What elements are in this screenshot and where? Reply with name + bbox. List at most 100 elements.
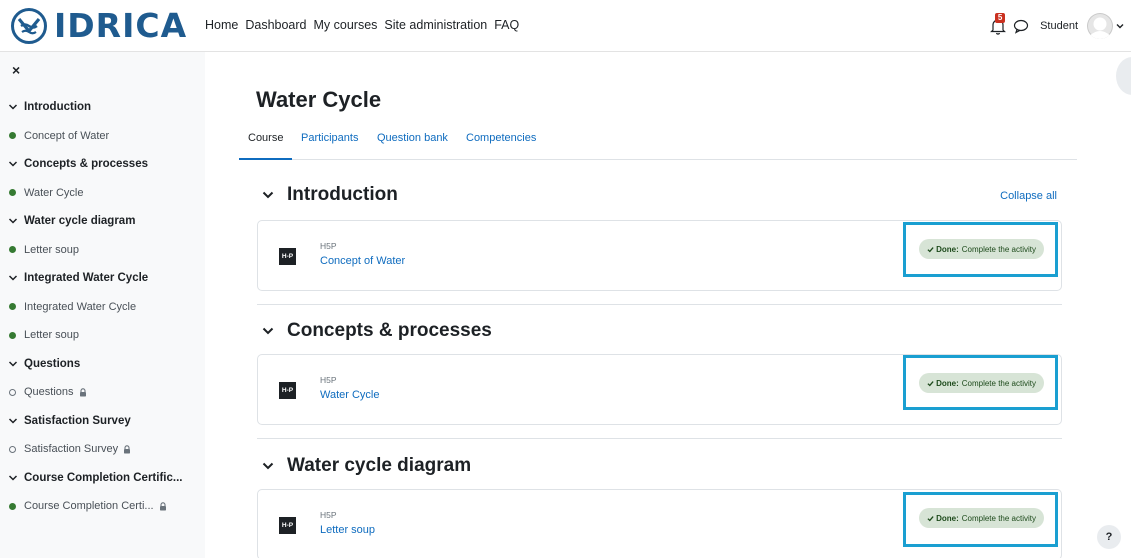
main-content: Water Cycle Course Participants Question… bbox=[205, 52, 1131, 558]
drawer-item-label: Letter soup bbox=[24, 243, 80, 256]
page-title: Water Cycle bbox=[256, 87, 382, 112]
section-divider bbox=[257, 304, 1062, 305]
chevron-down-icon bbox=[8, 475, 18, 481]
highlight-box bbox=[903, 222, 1058, 277]
drawer-item-label: Questions bbox=[24, 386, 74, 399]
chevron-down-icon bbox=[8, 218, 18, 224]
nav-home[interactable]: Home bbox=[205, 18, 238, 32]
highlight-box bbox=[903, 355, 1058, 410]
chevron-down-icon bbox=[8, 418, 18, 424]
section-title: Introduction bbox=[287, 184, 398, 205]
chevron-down-icon bbox=[262, 462, 274, 470]
activity-link[interactable]: Concept of Water bbox=[320, 255, 405, 267]
drawer-item-label: Water Cycle bbox=[24, 186, 84, 199]
drawer-activity[interactable]: Satisfaction Survey bbox=[0, 435, 205, 464]
user-name[interactable]: Student bbox=[1040, 20, 1078, 32]
drawer-section[interactable]: Course Completion Certific... bbox=[0, 464, 205, 493]
completion-done-icon bbox=[9, 303, 16, 311]
section-header-concepts-processes[interactable]: Concepts & processes bbox=[261, 320, 492, 342]
drawer-section[interactable]: Satisfaction Survey bbox=[0, 407, 205, 436]
drawer-activity[interactable]: Letter soup bbox=[0, 321, 205, 350]
activity-type-label: H5P bbox=[320, 510, 337, 520]
highlight-box bbox=[903, 492, 1058, 547]
drawer-item-label: Concept of Water bbox=[24, 129, 110, 142]
nav-faq[interactable]: FAQ bbox=[494, 18, 519, 32]
drawer-item-label: Questions bbox=[24, 357, 81, 370]
nav-my-courses[interactable]: My courses bbox=[314, 18, 378, 32]
section-title: Water cycle diagram bbox=[287, 455, 472, 476]
top-navbar: IDRICA Home Dashboard My courses Site ad… bbox=[0, 0, 1131, 52]
site-logo[interactable]: IDRICA bbox=[10, 7, 187, 45]
drawer-activity[interactable]: Water Cycle bbox=[0, 179, 205, 208]
tab-competencies[interactable]: Competencies bbox=[457, 132, 545, 160]
lock-icon bbox=[159, 502, 166, 511]
drawer-section[interactable]: Concepts & processes bbox=[0, 150, 205, 179]
tab-participants[interactable]: Participants bbox=[292, 132, 367, 160]
completion-done-icon bbox=[9, 132, 16, 140]
nav-site-administration[interactable]: Site administration bbox=[384, 18, 487, 32]
drawer-section[interactable]: Water cycle diagram bbox=[0, 207, 205, 236]
tab-question-bank[interactable]: Question bank bbox=[368, 132, 457, 160]
section-header-water-cycle-diagram[interactable]: Water cycle diagram bbox=[261, 455, 471, 477]
user-avatar-icon bbox=[1087, 13, 1113, 39]
h5p-icon: H-P bbox=[279, 517, 296, 534]
h5p-icon: H-P bbox=[279, 382, 296, 399]
completion-done-icon bbox=[9, 331, 16, 339]
tab-course[interactable]: Course bbox=[239, 132, 293, 160]
drawer-activity[interactable]: Letter soup bbox=[0, 236, 205, 265]
lock-icon bbox=[124, 445, 131, 454]
drawer-section[interactable]: Integrated Water Cycle bbox=[0, 264, 205, 293]
course-index-drawer: × Introduction Concept of Water Concepts &… bbox=[0, 52, 205, 558]
drawer-item-label: Letter soup bbox=[24, 329, 80, 342]
activity-link[interactable]: Water Cycle bbox=[320, 389, 380, 401]
chevron-down-icon bbox=[8, 361, 18, 367]
lock-icon bbox=[79, 388, 86, 397]
nav-dashboard[interactable]: Dashboard bbox=[245, 18, 306, 32]
drawer-activity[interactable]: Concept of Water bbox=[0, 122, 205, 151]
completion-done-icon bbox=[9, 189, 16, 197]
drawer-activity[interactable]: Questions bbox=[0, 378, 205, 407]
idrica-logo-icon bbox=[11, 8, 47, 44]
close-drawer-button[interactable]: × bbox=[12, 62, 20, 78]
drawer-item-label: Introduction bbox=[24, 101, 92, 114]
drawer-item-label: Integrated Water Cycle bbox=[24, 300, 137, 313]
drawer-activity[interactable]: Course Completion Certi... bbox=[0, 492, 205, 521]
drawer-item-label: Course Completion Certific... bbox=[24, 471, 183, 484]
drawer-item-label: Water cycle diagram bbox=[24, 215, 136, 228]
collapse-all-link[interactable]: Collapse all bbox=[1000, 190, 1057, 202]
notifications-button[interactable]: 5 bbox=[989, 13, 1007, 35]
brand-name: IDRICA bbox=[54, 6, 188, 45]
course-tabs: Course Participants Question bank Compet… bbox=[239, 124, 1077, 160]
user-navigation: 5 Student bbox=[989, 11, 1125, 41]
primary-navigation: Home Dashboard My courses Site administr… bbox=[205, 18, 519, 32]
drawer-item-label: Concepts & processes bbox=[24, 158, 148, 171]
avatar[interactable] bbox=[1087, 13, 1113, 39]
chevron-down-icon bbox=[8, 161, 18, 167]
chevron-down-icon bbox=[8, 104, 18, 110]
drawer-item-label: Integrated Water Cycle bbox=[24, 272, 149, 285]
drawer-item-label: Satisfaction Survey bbox=[24, 414, 131, 427]
activity-type-label: H5P bbox=[320, 241, 337, 251]
h5p-icon: H-P bbox=[279, 248, 296, 265]
chevron-down-icon bbox=[262, 327, 274, 335]
activity-link[interactable]: Letter soup bbox=[320, 524, 375, 536]
help-button[interactable]: ? bbox=[1097, 525, 1121, 549]
activity-type-label: H5P bbox=[320, 375, 337, 385]
chevron-down-icon bbox=[8, 275, 18, 281]
completion-done-icon bbox=[9, 502, 16, 510]
chevron-down-icon bbox=[262, 191, 274, 199]
notification-count-badge: 5 bbox=[995, 13, 1006, 23]
chat-bubble-icon[interactable] bbox=[1012, 17, 1030, 35]
drawer-item-label: Satisfaction Survey bbox=[24, 443, 119, 456]
chevron-down-icon[interactable] bbox=[1115, 21, 1125, 31]
completion-pending-icon bbox=[9, 388, 16, 396]
drawer-section[interactable]: Introduction bbox=[0, 93, 205, 122]
drawer-section[interactable]: Questions bbox=[0, 350, 205, 379]
section-divider bbox=[257, 438, 1062, 439]
section-header-introduction[interactable]: Introduction bbox=[261, 184, 398, 206]
course-index-list: Introduction Concept of Water Concepts & p… bbox=[0, 93, 205, 521]
completion-pending-icon bbox=[9, 445, 16, 453]
section-title: Concepts & processes bbox=[287, 320, 492, 341]
completion-done-icon bbox=[9, 246, 16, 254]
drawer-activity[interactable]: Integrated Water Cycle bbox=[0, 293, 205, 322]
